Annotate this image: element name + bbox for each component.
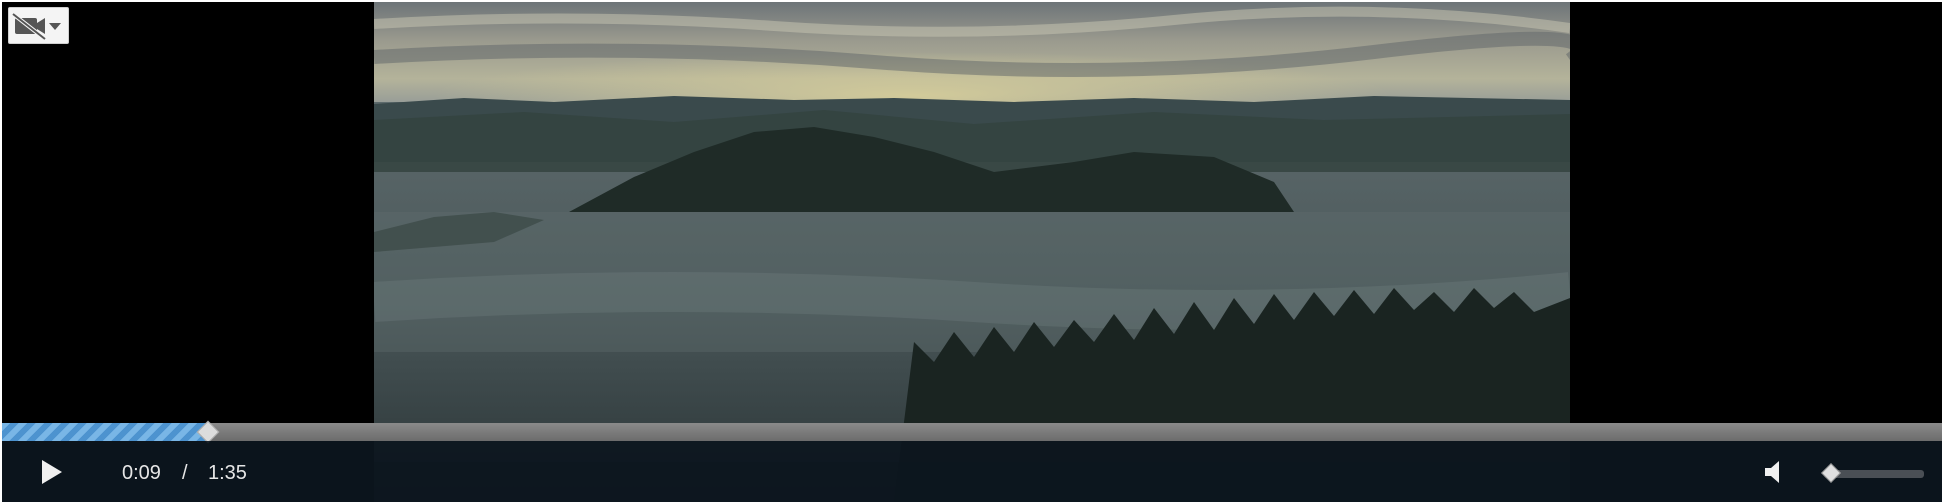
play-icon: [42, 460, 62, 484]
current-time: 0:09: [122, 462, 161, 484]
seek-bar-played: [2, 423, 208, 441]
mute-button[interactable]: [1764, 459, 1788, 485]
seek-bar[interactable]: [2, 420, 1942, 444]
speaker-icon: [1765, 461, 1779, 483]
play-button[interactable]: [40, 459, 64, 485]
video-player[interactable]: 0:09 / 1:35: [2, 2, 1942, 502]
volume-handle[interactable]: [1821, 463, 1841, 483]
camera-toggle-button[interactable]: [8, 7, 69, 44]
chevron-down-icon: [49, 23, 61, 30]
time-separator: /: [182, 462, 188, 484]
duration: 1:35: [208, 462, 247, 484]
control-bar: 0:09 / 1:35: [2, 441, 1942, 502]
volume-slider[interactable]: [1821, 463, 1924, 483]
